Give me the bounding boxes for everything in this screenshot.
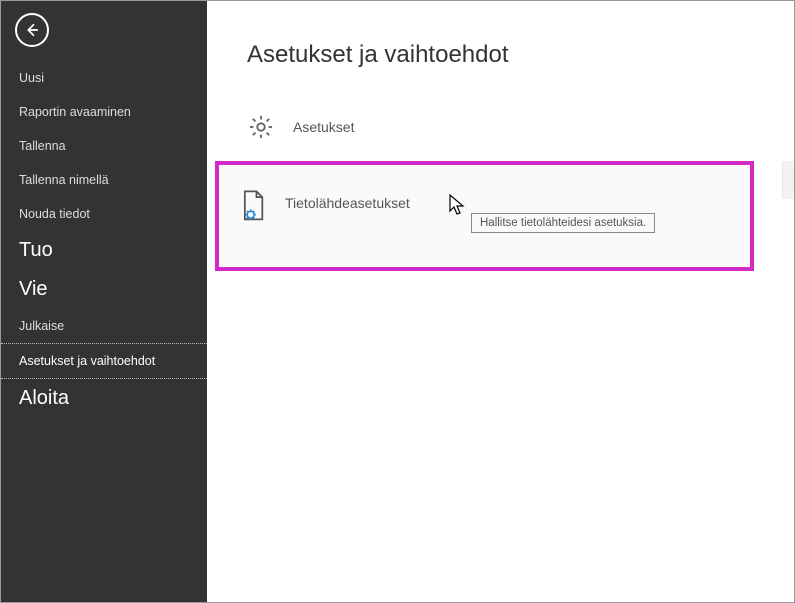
highlight-callout: Tietolähdeasetukset Hallitse tietolähtei… [215, 161, 754, 271]
gear-icon [247, 113, 275, 141]
sidebar-item-label: Julkaise [19, 319, 64, 333]
sidebar-item-label: Aloita [19, 387, 69, 409]
sidebar-item-publish[interactable]: Julkaise [1, 309, 207, 343]
sidebar-item-export[interactable]: Vie [1, 270, 207, 309]
sidebar-item-import[interactable]: Tuo [1, 231, 207, 270]
option-settings[interactable]: Asetukset [219, 99, 794, 155]
sidebar-item-label: Raportin avaaminen [19, 105, 131, 119]
tooltip-text: Hallitse tietolähteidesi asetuksia. [480, 217, 646, 229]
document-gear-icon [239, 189, 267, 217]
sidebar-item-label: Asetukset ja vaihtoehdot [19, 354, 155, 368]
sidebar: Uusi Raportin avaaminen Tallenna Tallenn… [1, 1, 207, 602]
app-window: Uusi Raportin avaaminen Tallenna Tallenn… [0, 0, 795, 603]
sidebar-item-new[interactable]: Uusi [1, 61, 207, 95]
sidebar-item-label: Tallenna [19, 139, 66, 153]
side-strip [782, 161, 794, 199]
sidebar-item-label: Uusi [19, 71, 44, 85]
tooltip: Hallitse tietolähteidesi asetuksia. [471, 213, 655, 233]
sidebar-item-save-as[interactable]: Tallenna nimellä [1, 163, 207, 197]
sidebar-item-get-data[interactable]: Nouda tiedot [1, 197, 207, 231]
page-title: Asetukset ja vaihtoehdot [247, 41, 794, 69]
back-button[interactable] [15, 13, 49, 47]
sidebar-item-label: Tallenna nimellä [19, 173, 109, 187]
sidebar-item-save[interactable]: Tallenna [1, 129, 207, 163]
sidebar-item-label: Nouda tiedot [19, 207, 90, 221]
sidebar-item-label: Tuo [19, 239, 53, 261]
arrow-left-icon [23, 21, 41, 39]
option-label: Tietolähdeasetukset [285, 195, 410, 211]
sidebar-item-options[interactable]: Asetukset ja vaihtoehdot [1, 343, 207, 379]
option-label: Asetukset [293, 119, 354, 135]
sidebar-item-open-report[interactable]: Raportin avaaminen [1, 95, 207, 129]
main-content: Asetukset ja vaihtoehdot Asetukset [207, 1, 794, 602]
sidebar-item-label: Vie [19, 278, 48, 300]
sidebar-item-start[interactable]: Aloita [1, 379, 207, 418]
